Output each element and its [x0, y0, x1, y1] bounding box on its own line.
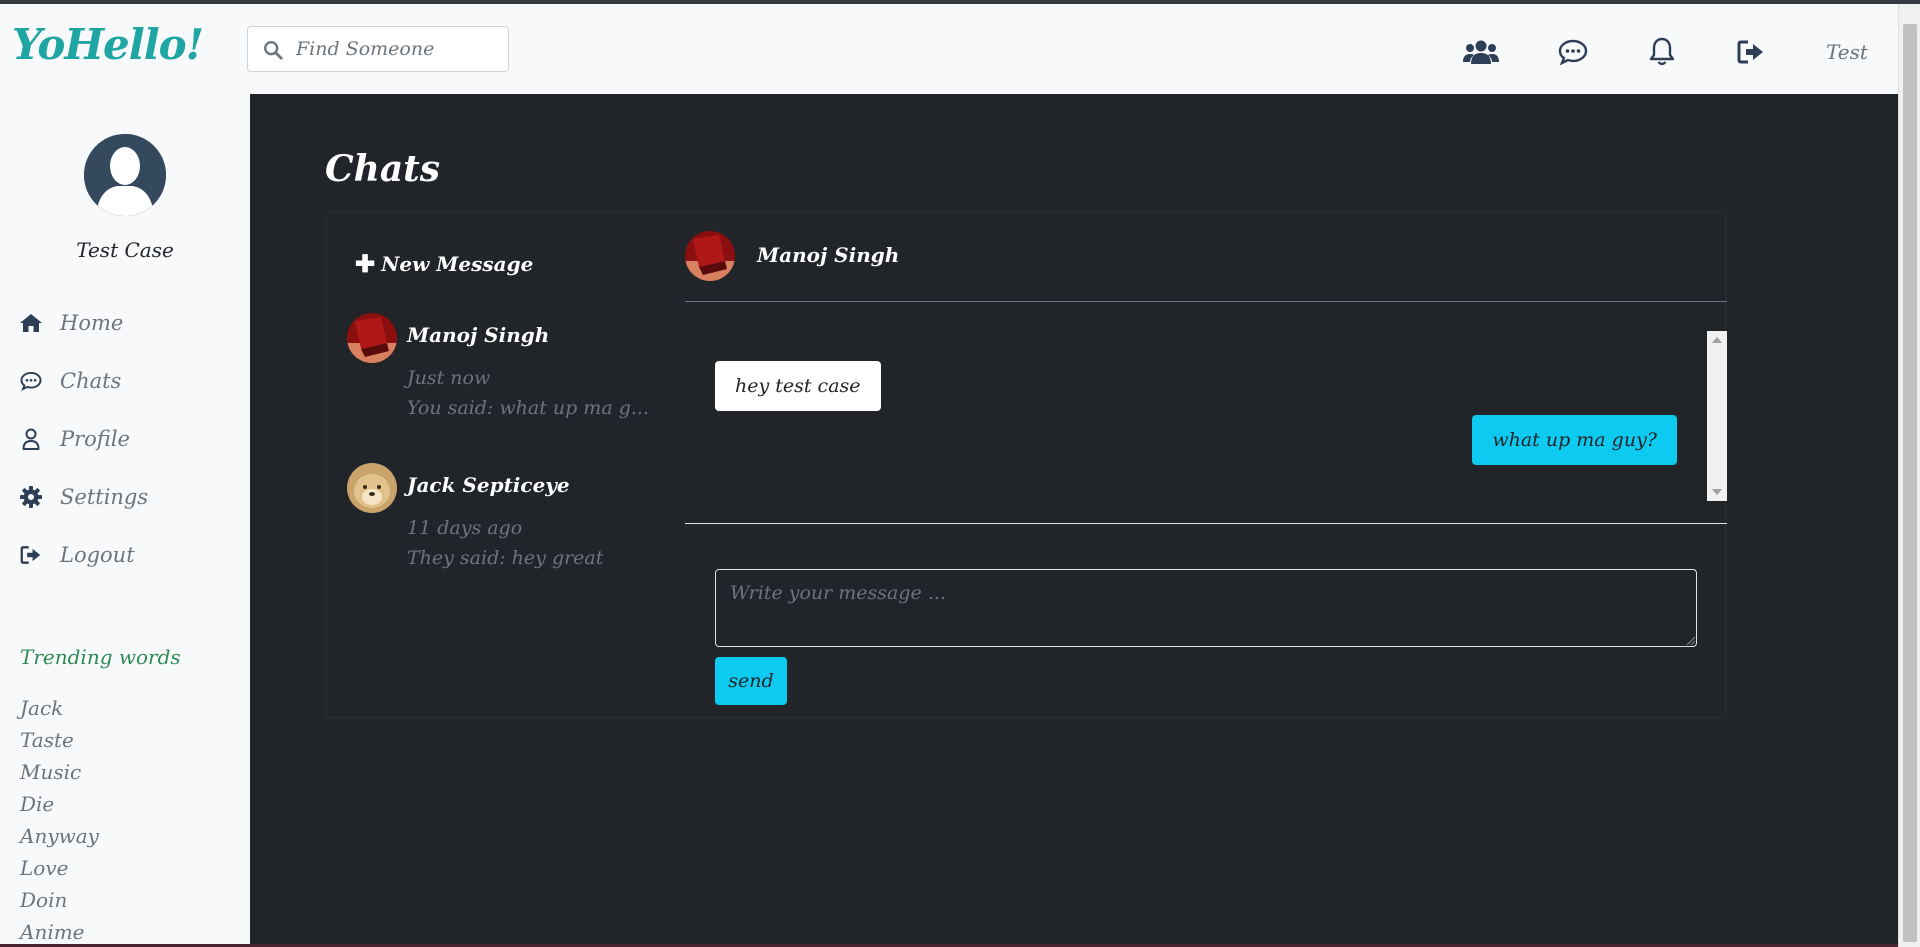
trending-word[interactable]: Taste — [20, 728, 74, 752]
messages-nav-button[interactable] — [1556, 36, 1590, 68]
sidebar-item-home[interactable]: Home — [18, 308, 123, 338]
avatar — [347, 463, 397, 513]
page-scrollbar-thumb[interactable] — [1903, 24, 1917, 942]
sidebar: Test Case Home Chats Profile Settings Lo… — [0, 94, 250, 947]
sidebar-item-label: Profile — [60, 427, 130, 451]
sidebar-item-label: Settings — [60, 485, 149, 509]
send-button[interactable]: send — [715, 657, 787, 705]
chat-panel: ✚ New Message Manoj Singh Just now You s… — [326, 212, 1727, 718]
chat-icon — [1558, 39, 1588, 65]
trending-word[interactable]: Anime — [20, 920, 85, 944]
avatar[interactable] — [84, 134, 166, 216]
resize-grip-icon[interactable] — [1685, 635, 1695, 645]
search-icon — [264, 41, 283, 60]
trending-word[interactable]: Anyway — [20, 824, 99, 848]
gear-icon — [18, 486, 44, 508]
friends-nav-button[interactable] — [1462, 36, 1500, 68]
navbar-username[interactable]: Test — [1826, 40, 1868, 64]
trending-word[interactable]: Die — [20, 792, 54, 816]
trending-word[interactable]: Music — [20, 760, 81, 784]
message-list[interactable]: hey test case what up ma guy? — [685, 331, 1727, 501]
notifications-nav-button[interactable] — [1648, 36, 1676, 68]
conversation-name: Manoj Singh — [407, 323, 550, 347]
new-message-label: New Message — [381, 251, 534, 276]
search-box[interactable] — [247, 26, 509, 72]
sidebar-item-settings[interactable]: Settings — [18, 482, 148, 512]
sign-out-icon — [1737, 40, 1763, 64]
main-content: Chats ✚ New Message Manoj Singh Just now… — [250, 94, 1898, 947]
home-icon — [18, 313, 44, 333]
message-bubble-incoming: hey test case — [715, 361, 881, 411]
user-icon — [18, 428, 44, 450]
search-input[interactable] — [296, 35, 496, 63]
message-bubble-outgoing: what up ma guy? — [1472, 415, 1677, 465]
avatar — [347, 313, 397, 363]
message-input[interactable] — [715, 569, 1697, 647]
sidebar-item-logout[interactable]: Logout — [18, 540, 135, 570]
users-icon — [1463, 40, 1499, 64]
chat-icon — [18, 371, 44, 391]
sidebar-item-label: Chats — [60, 369, 122, 393]
sidebar-username: Test Case — [76, 238, 174, 262]
message-list-divider — [685, 523, 1727, 524]
sidebar-item-chats[interactable]: Chats — [18, 366, 121, 396]
page-title: Chats — [325, 148, 441, 190]
logout-nav-button[interactable] — [1736, 36, 1766, 68]
trending-word[interactable]: Jack — [20, 696, 63, 720]
default-avatar-icon — [84, 134, 166, 216]
conversation-name: Jack Septiceye — [407, 473, 570, 497]
bell-icon — [1649, 37, 1675, 66]
sidebar-item-profile[interactable]: Profile — [18, 424, 130, 454]
top-navbar: YoHello! Find Someone Test — [0, 4, 1898, 94]
new-message-button[interactable]: ✚ New Message — [355, 249, 533, 278]
plus-icon: ✚ — [355, 249, 376, 278]
conversation-preview: They said: hey great — [407, 547, 604, 569]
trending-word[interactable]: Love — [20, 856, 68, 880]
brand-logo[interactable]: YoHello! — [12, 20, 204, 69]
sidebar-item-label: Home — [60, 311, 124, 335]
sidebar-item-label: Logout — [60, 543, 135, 567]
header-divider — [685, 301, 1727, 302]
conversation-time: Just now — [407, 367, 491, 389]
conversation-item[interactable]: Manoj Singh Just now You said: what up m… — [347, 313, 667, 423]
conversation-item[interactable]: Jack Septiceye 11 days ago They said: he… — [347, 463, 667, 573]
conversation-time: 11 days ago — [407, 517, 523, 539]
conversation-header-name[interactable]: Manoj Singh — [757, 243, 899, 267]
trending-title: Trending words — [20, 645, 181, 669]
scroll-up-arrow-icon[interactable] — [1712, 337, 1722, 343]
message-scrollbar[interactable] — [1707, 331, 1727, 501]
conversation-preview: You said: what up ma g... — [407, 397, 649, 419]
trending-word[interactable]: Doin — [20, 888, 67, 912]
avatar[interactable] — [685, 231, 735, 281]
sign-out-icon — [18, 545, 44, 565]
scroll-down-arrow-icon[interactable] — [1712, 489, 1722, 495]
page-scrollbar[interactable] — [1898, 4, 1920, 947]
